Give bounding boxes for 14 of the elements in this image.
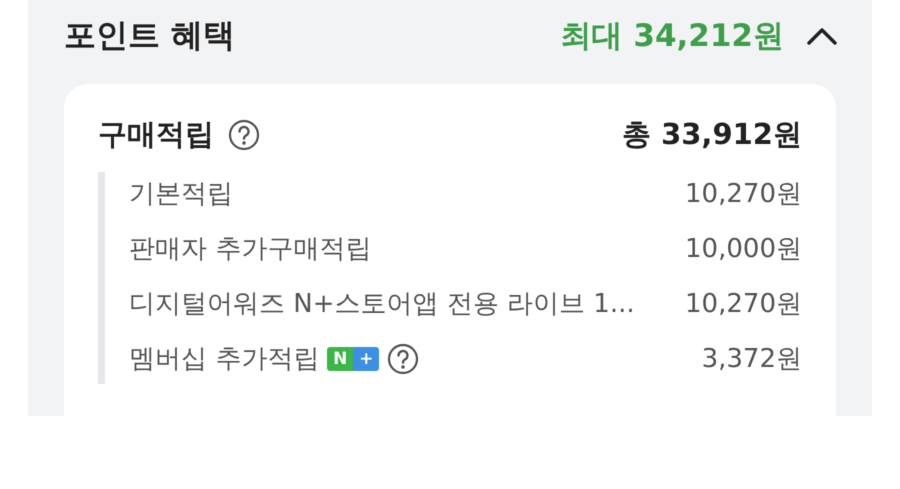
card-title: 구매적립 bbox=[98, 116, 214, 153]
row-amount: 10,270원 bbox=[685, 178, 802, 211]
row-amount: 10,000원 bbox=[685, 233, 802, 266]
row-label: 멤버십 추가적립 bbox=[129, 343, 320, 376]
total-amount: 총 33,912원 bbox=[622, 116, 802, 153]
row-label: 기본적립 bbox=[129, 178, 233, 211]
row-label: 디지털어워즈 N+스토어앱 전용 라이브 1... bbox=[129, 288, 635, 321]
row-amount: 3,372원 bbox=[702, 343, 802, 376]
max-points: 최대 34,212원 bbox=[560, 17, 784, 56]
help-icon[interactable] bbox=[387, 342, 420, 374]
row-amount: 10,270원 bbox=[685, 288, 802, 321]
help-icon[interactable] bbox=[228, 119, 260, 151]
row-label: 판매자 추가구매적립 bbox=[129, 233, 372, 266]
section-title: 포인트 혜택 bbox=[64, 15, 236, 56]
